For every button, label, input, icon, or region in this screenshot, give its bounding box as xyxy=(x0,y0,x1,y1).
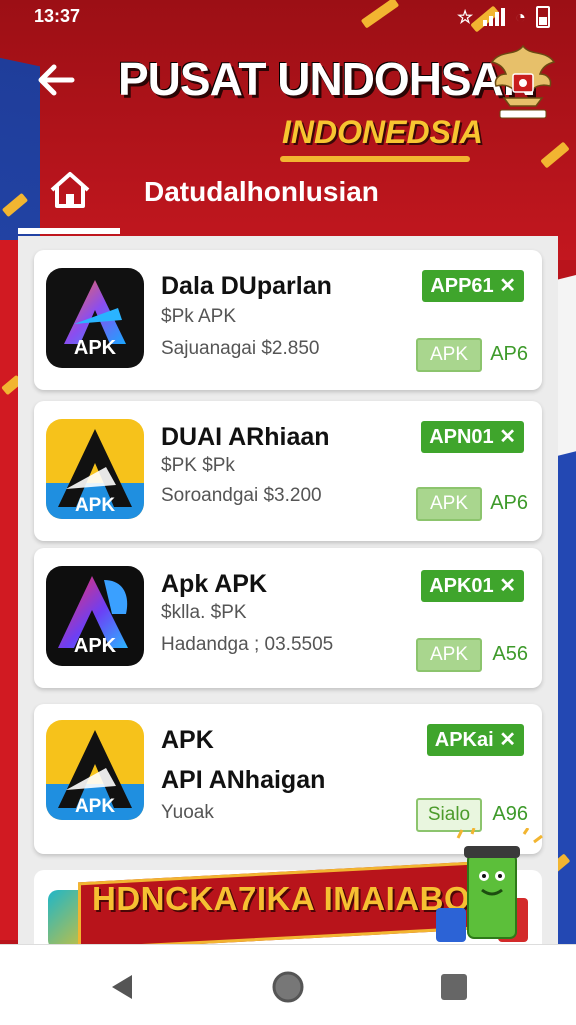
apk-button[interactable]: APK xyxy=(416,487,482,521)
app-version: A96 xyxy=(492,803,528,825)
app-subtitle: API ANhaigan xyxy=(161,766,326,794)
svg-text:APK: APK xyxy=(75,796,115,817)
app-name: DUAI ARhiaan xyxy=(161,423,330,451)
wifi-icon: ◔ xyxy=(515,6,526,27)
apk-button[interactable]: APK xyxy=(416,338,482,372)
app-price: Sajuanagai $2.850 xyxy=(161,338,320,359)
app-description: Yuoak xyxy=(161,802,214,823)
apk-dark-icon: APK xyxy=(46,566,144,666)
status-bar: 13:37 ☆ ◔ xyxy=(0,0,576,34)
svg-text:APK: APK xyxy=(74,635,117,657)
app-card[interactable]: APK DUAI ARhiaan $PK $Pk Soroandgai $3.2… xyxy=(34,401,542,541)
notification-icon: ☆ xyxy=(456,6,474,27)
status-time: 13:37 xyxy=(34,6,81,26)
page-subtitle: INDONEDSIA xyxy=(282,114,483,150)
app-subtitle: $PK $Pk xyxy=(161,455,235,476)
signal-icon xyxy=(483,8,506,26)
home-icon[interactable] xyxy=(46,168,94,212)
app-badge[interactable]: APN01 ✕ xyxy=(421,421,524,453)
app-price: Hadandga ; 03.5505 xyxy=(161,634,334,655)
app-badge[interactable]: APK01 ✕ xyxy=(421,570,524,602)
app-version: AP6 xyxy=(490,492,528,514)
app-badge[interactable]: APP61 ✕ xyxy=(422,270,524,302)
app-subtitle: $klla. $PK xyxy=(161,602,247,623)
apk-yellow-icon: APK xyxy=(46,720,144,820)
garuda-emblem-icon xyxy=(486,40,560,124)
app-card[interactable]: APK Apk APK $klla. $PK Hadandga ; 03.550… xyxy=(34,548,542,688)
app-version: AP6 xyxy=(490,343,528,365)
tab-directory[interactable]: Datudalhonlusian xyxy=(144,176,379,208)
system-nav-bar xyxy=(0,944,576,1025)
app-name: Apk APK xyxy=(161,570,268,598)
svg-text:APK: APK xyxy=(74,337,117,359)
arrow-left-icon[interactable] xyxy=(32,56,82,106)
app-card[interactable]: APK Dala DUparlan $Pk APK Sajuanagai $2.… xyxy=(34,250,542,390)
nav-recents-icon[interactable] xyxy=(434,967,474,1007)
app-badge[interactable]: APKai ✕ xyxy=(426,724,524,756)
nav-home-icon[interactable] xyxy=(268,967,308,1007)
svg-text:APK: APK xyxy=(75,495,115,516)
apk-gradient-icon: APK xyxy=(46,268,144,368)
page-title: PUSAT UNDOHSAN xyxy=(118,53,536,105)
tab-active-indicator xyxy=(18,228,120,234)
app-name: APK xyxy=(161,726,214,754)
nav-back-icon[interactable] xyxy=(104,967,144,1007)
app-subtitle: $Pk APK xyxy=(161,306,236,327)
app-version: A56 xyxy=(492,643,528,665)
status-button[interactable]: Sialo xyxy=(416,798,482,832)
tab-bar: Datudalhonlusian xyxy=(18,158,558,236)
apk-yellow-icon: APK xyxy=(46,419,144,519)
battery-icon xyxy=(536,6,550,28)
trash-can-mascot-icon xyxy=(428,827,552,948)
apk-button[interactable]: APK xyxy=(416,638,482,672)
app-price: Soroandgai $3.200 xyxy=(161,485,322,506)
app-name: Dala DUparlan xyxy=(161,272,332,300)
